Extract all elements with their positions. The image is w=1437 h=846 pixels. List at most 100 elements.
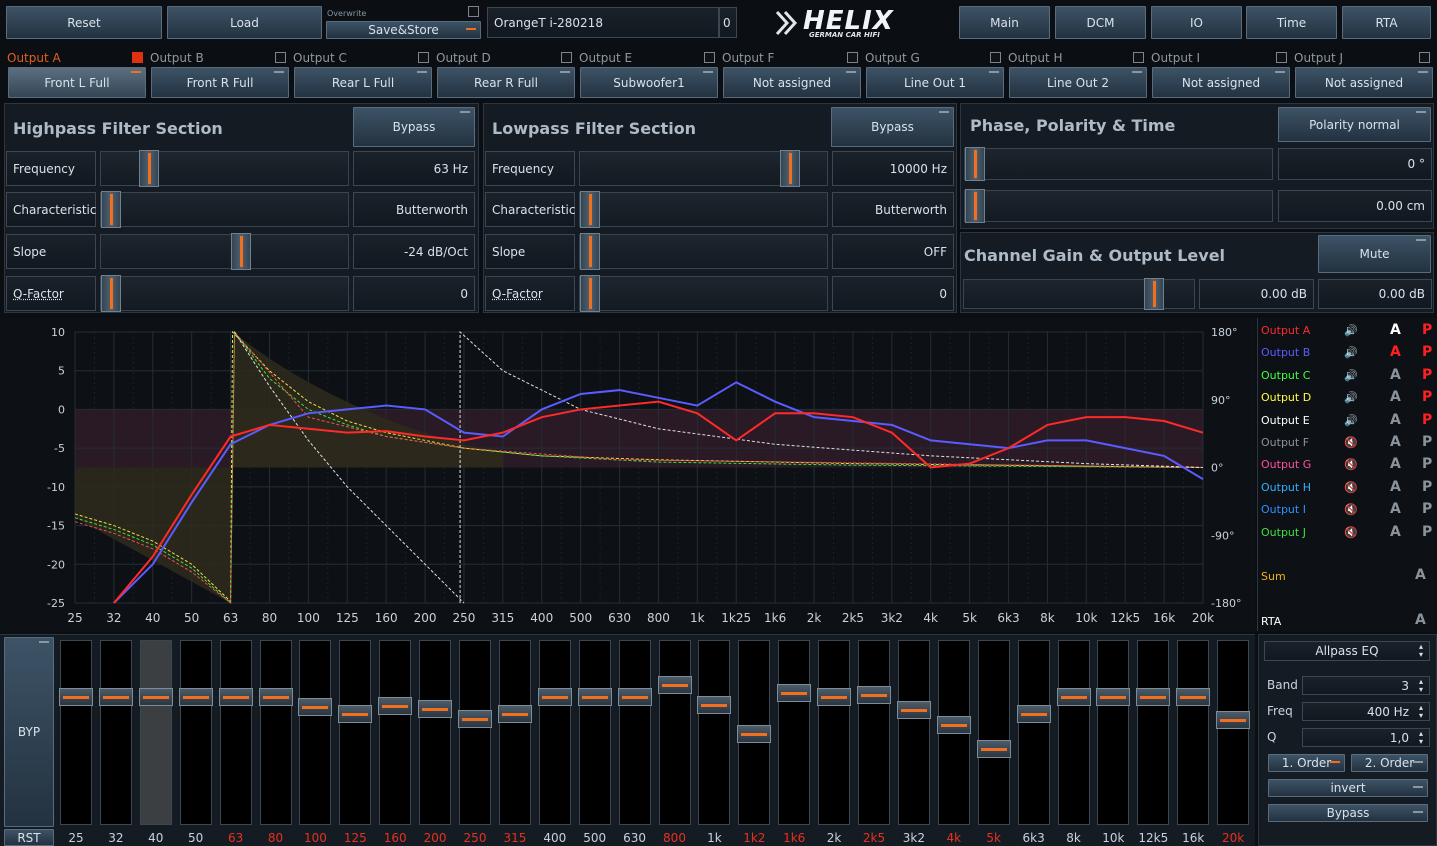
nav-rta-button[interactable]: RTA [1342,6,1431,39]
time-slider-handle[interactable] [965,189,985,223]
speaker-icon[interactable]: 🔊 [1344,346,1358,359]
speaker-muted-icon[interactable]: 🔇 [1344,526,1358,539]
eq-band-handle[interactable] [1016,704,1051,723]
eq-band-handle[interactable] [1216,711,1251,730]
eq-band-handle[interactable] [896,701,931,720]
eq-band-handle[interactable] [976,740,1011,759]
output-checkbox-g[interactable] [990,52,1001,63]
hp-q-factor-slider[interactable] [100,275,349,312]
eq-band-slider-4k[interactable] [936,640,971,825]
band-spinbox[interactable]: 3 ▴ ▾ [1302,676,1430,695]
eq-band-handle[interactable] [497,704,532,723]
hp-q-factor-slider-handle[interactable] [101,275,121,312]
reset-button[interactable]: Reset [6,6,162,39]
speaker-muted-icon[interactable]: 🔇 [1344,436,1358,449]
eq-band-handle[interactable] [817,688,852,706]
eq-band-handle[interactable] [258,688,293,706]
eq-band-slider-50[interactable] [178,640,213,825]
preset-number-field[interactable]: 0 [719,7,737,38]
eq-band-slider-20k[interactable] [1216,640,1251,825]
eq-band-slider-200[interactable] [418,640,453,825]
output-assign-button-g[interactable]: Line Out 1 [866,67,1004,98]
phase-value[interactable]: 0 ° [1278,148,1432,180]
eq-band-slider-16k[interactable] [1176,640,1211,825]
output-assign-button-c[interactable]: Rear L Full [294,67,432,98]
eq-band-slider-100[interactable] [298,640,333,825]
output-checkbox-c[interactable] [418,52,429,63]
speaker-muted-icon[interactable]: 🔇 [1344,503,1358,516]
time-slider[interactable] [964,189,1273,223]
nav-time-button[interactable]: Time [1246,6,1337,39]
output-assign-button-h[interactable]: Line Out 2 [1009,67,1147,98]
eq-band-slider-8k[interactable] [1056,640,1091,825]
phase-slider[interactable] [964,147,1273,181]
freq-spinbox[interactable]: 400 Hz ▴ ▾ [1302,702,1430,721]
eq-band-slider-400[interactable] [537,640,572,825]
eq-band-handle[interactable] [138,688,173,706]
lowpass-bypass-button[interactable]: Bypass [831,107,954,147]
legend-p-toggle[interactable]: P [1422,367,1432,383]
lp-characteristic-slider[interactable] [579,191,828,228]
eq-band-handle[interactable] [98,688,133,706]
polarity-button[interactable]: Polarity normal [1278,107,1431,142]
load-button[interactable]: Load [167,6,322,39]
legend-p-toggle[interactable]: P [1422,412,1432,428]
hp-characteristic-slider[interactable] [100,191,349,228]
legend-a-toggle[interactable]: A [1390,456,1401,472]
eq-band-slider-6k3[interactable] [1016,640,1051,825]
output-assign-button-d[interactable]: Rear R Full [437,67,575,98]
legend-a-toggle[interactable]: A [1390,434,1401,450]
legend-p-toggle[interactable]: P [1422,501,1432,517]
eq-band-slider-630[interactable] [617,640,652,825]
hp-characteristic-value[interactable]: Butterworth [353,192,475,227]
nav-main-button[interactable]: Main [959,6,1050,39]
first-order-button[interactable]: 1. Order [1268,754,1345,772]
eq-band-handle[interactable] [697,696,732,715]
output-level-value[interactable]: 0.00 dB [1318,279,1432,309]
hp-slope-slider-handle[interactable] [231,233,251,270]
eq-band-handle[interactable] [577,688,612,706]
eq-band-slider-25[interactable] [59,640,93,825]
eq-band-handle[interactable] [218,688,253,706]
eq-band-handle[interactable] [378,697,413,716]
eq-reset-button[interactable]: RST [4,829,54,846]
eq-band-slider-40[interactable] [138,640,173,825]
eq-band-handle[interactable] [1096,688,1131,706]
legend-p-toggle[interactable]: P [1422,344,1432,360]
phase-slider-handle[interactable] [965,147,985,181]
eq-band-slider-1k2[interactable] [737,640,772,825]
output-checkbox-f[interactable] [847,52,858,63]
eq-band-slider-2k[interactable] [817,640,852,825]
output-checkbox-d[interactable] [561,52,572,63]
eq-band-slider-2k5[interactable] [857,640,891,825]
eq-band-slider-80[interactable] [258,640,293,825]
hp-slope-value[interactable]: -24 dB/Oct [353,234,475,269]
hp-frequency-value[interactable]: 63 Hz [353,151,475,186]
eq-band-handle[interactable] [737,724,772,743]
eq-band-slider-250[interactable] [458,640,492,825]
sum-a-toggle[interactable]: A [1415,567,1426,583]
eq-band-slider-5k[interactable] [976,640,1011,825]
eq-band-handle[interactable] [178,688,213,706]
eq-band-handle[interactable] [458,709,492,728]
legend-p-toggle[interactable]: P [1422,524,1432,540]
legend-a-toggle[interactable]: A [1390,501,1401,517]
speaker-icon[interactable]: 🔊 [1344,391,1358,404]
eq-band-handle[interactable] [298,697,333,716]
eq-band-handle[interactable] [936,716,971,735]
legend-p-toggle[interactable]: P [1422,479,1432,495]
legend-a-toggle[interactable]: A [1390,524,1401,540]
eq-band-handle[interactable] [1136,688,1171,706]
eq-band-slider-500[interactable] [577,640,612,825]
nav-dcm-button[interactable]: DCM [1055,6,1146,39]
output-checkbox-b[interactable] [275,52,286,63]
eq-band-slider-10k[interactable] [1096,640,1131,825]
hp-characteristic-slider-handle[interactable] [101,191,121,228]
lp-q-factor-slider-handle[interactable] [580,275,600,312]
legend-a-toggle[interactable]: A [1390,367,1401,383]
eq-bypass-button[interactable]: BYP [4,637,54,827]
eq-band-slider-12k5[interactable] [1136,640,1171,825]
speaker-icon[interactable]: 🔊 [1344,369,1358,382]
time-value[interactable]: 0.00 cm [1278,190,1432,222]
eq-band-slider-3k2[interactable] [896,640,931,825]
